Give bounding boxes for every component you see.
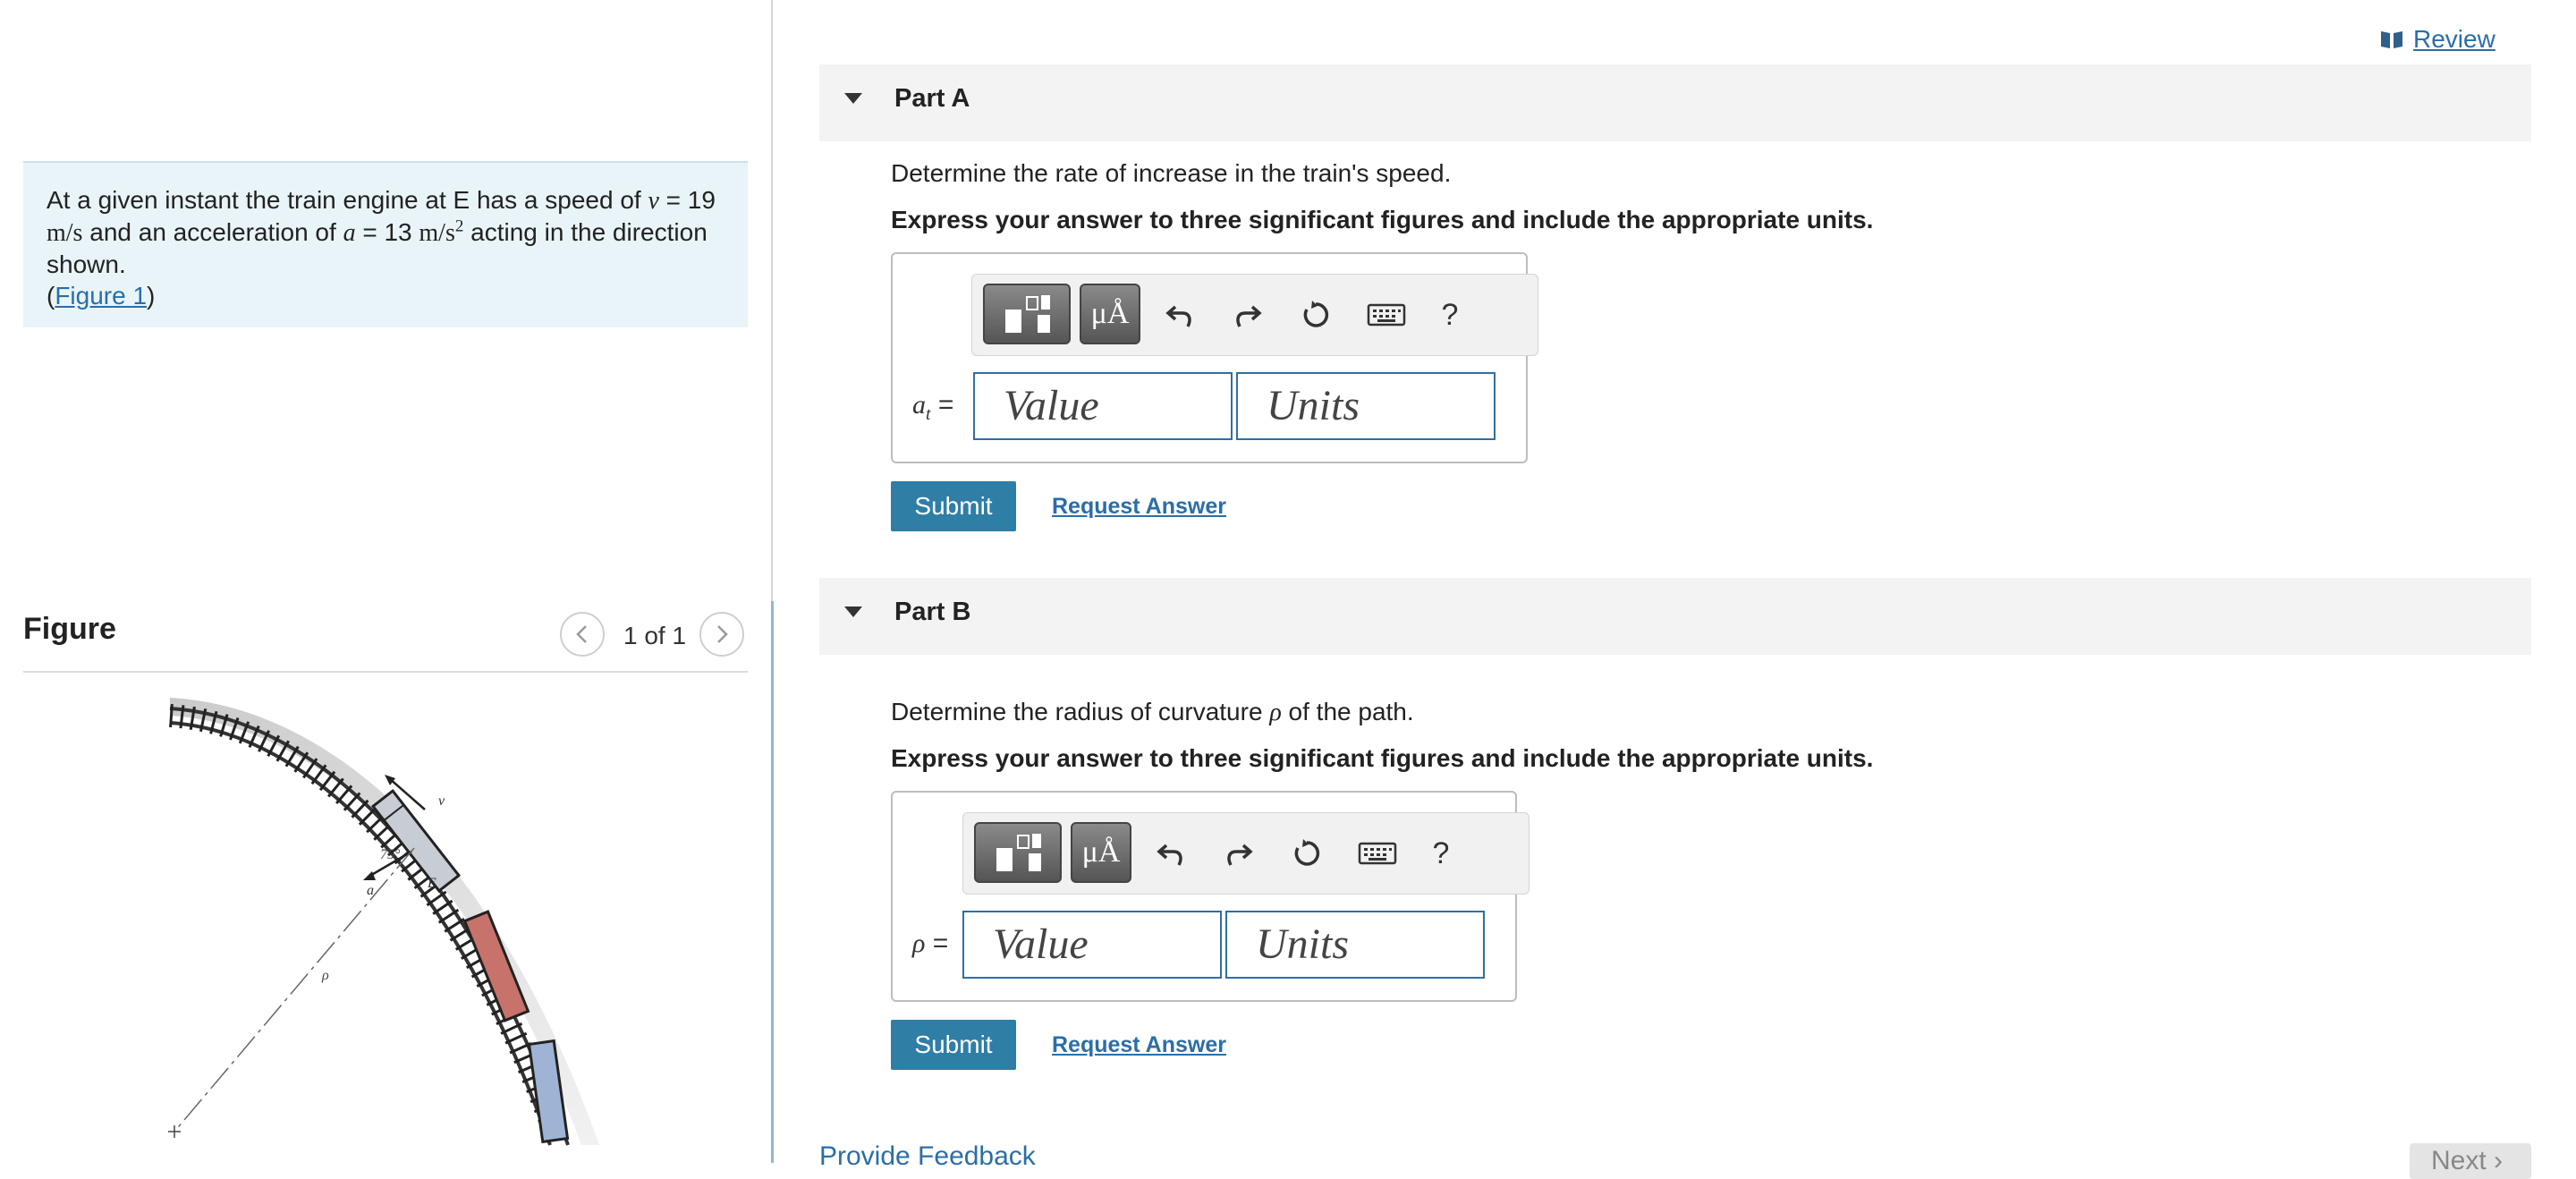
problem-text: = 13	[355, 218, 419, 246]
undo-icon[interactable]	[1153, 831, 1189, 876]
figure-divider	[23, 671, 748, 673]
part-a-value-input[interactable]: Value	[973, 372, 1233, 440]
part-b-variable-label: ρ =	[912, 929, 948, 959]
part-a-answer-box: μÅ ? at = Value Units	[891, 252, 1538, 463]
figure-heading: Figure	[23, 612, 116, 646]
provide-feedback-link[interactable]: Provide Feedback	[819, 1141, 1036, 1172]
unit-ms: m/s	[47, 219, 83, 247]
radius-line	[174, 847, 415, 1132]
prompt-text: of the path.	[1281, 698, 1414, 725]
part-b-submit-button[interactable]: Submit	[891, 1020, 1016, 1070]
part-a-title: Part A	[894, 84, 970, 113]
left-panel: At a given instant the train engine at E…	[0, 0, 771, 1163]
caret-down-icon	[844, 606, 862, 617]
reset-icon[interactable]	[1289, 831, 1325, 876]
caret-down-icon	[844, 93, 862, 104]
keyboard-icon[interactable]	[1362, 293, 1411, 337]
engine	[370, 788, 462, 894]
undo-icon[interactable]	[1162, 293, 1198, 337]
part-a-units-input[interactable]: Units	[1236, 372, 1496, 440]
part-a-variable-label: at =	[912, 390, 953, 425]
var-rho: ρ	[912, 929, 926, 958]
equals-sign: =	[930, 390, 954, 420]
templates-icon	[1005, 295, 1050, 333]
redo-icon[interactable]	[1221, 831, 1257, 876]
problem-text: = 19	[658, 186, 716, 214]
label-v: v	[438, 793, 445, 809]
part-b-prompt: Determine the radius of curvature ρ of t…	[891, 698, 1414, 727]
prompt-text: Determine the radius of curvature	[891, 698, 1270, 725]
templates-icon	[996, 834, 1041, 871]
train-figure-image: v 75° E a ρ	[168, 698, 599, 1149]
var-a: a	[912, 390, 926, 420]
var-a: a	[343, 219, 356, 247]
chevron-right-icon	[717, 625, 728, 643]
help-icon[interactable]: ?	[1423, 831, 1459, 876]
part-a-submit-button[interactable]: Submit	[891, 481, 1016, 531]
symbols-button[interactable]: μÅ	[1080, 284, 1140, 344]
review-link[interactable]: Review	[2379, 25, 2496, 54]
reset-icon[interactable]	[1298, 293, 1334, 337]
chevron-left-icon	[576, 625, 587, 643]
part-b-value-input[interactable]: Value	[962, 911, 1222, 979]
next-label: Next	[2431, 1146, 2487, 1175]
figure-link[interactable]: Figure 1	[55, 282, 147, 310]
part-b-request-answer-link[interactable]: Request Answer	[1052, 1032, 1226, 1058]
next-figure-button[interactable]	[699, 612, 744, 657]
part-a-prompt: Determine the rate of increase in the tr…	[891, 159, 1452, 187]
problem-statement: At a given instant the train engine at E…	[23, 161, 748, 327]
rail-outer	[169, 707, 570, 1146]
math-toolbar: μÅ ?	[971, 274, 1538, 356]
label-rho: ρ	[321, 968, 329, 983]
next-button[interactable]: Next ›	[2410, 1143, 2531, 1179]
part-b-instruction: Express your answer to three significant…	[891, 744, 1874, 772]
templates-button[interactable]	[974, 822, 1062, 883]
help-icon[interactable]: ?	[1432, 293, 1468, 337]
symbols-button[interactable]: μÅ	[1071, 822, 1131, 883]
part-b-header[interactable]: Part B	[819, 578, 2531, 655]
part-a-instruction: Express your answer to three significant…	[891, 206, 1874, 233]
label-a: a	[367, 883, 374, 898]
math-toolbar: μÅ ?	[962, 812, 1530, 895]
var-rho: ρ	[1269, 699, 1282, 726]
freight-car	[462, 910, 530, 1022]
panel-divider-accent	[771, 601, 774, 1163]
part-b-title: Part B	[894, 598, 971, 626]
label-e: E	[427, 876, 436, 891]
part-a-request-answer-link[interactable]: Request Answer	[1052, 494, 1226, 520]
keyboard-icon[interactable]	[1353, 831, 1402, 876]
book-icon	[2381, 31, 2402, 48]
exponent: 2	[454, 216, 464, 236]
part-a-header[interactable]: Part A	[819, 64, 2531, 141]
chevron-right-icon: ›	[2494, 1146, 2504, 1175]
templates-button[interactable]	[983, 284, 1071, 344]
prev-figure-button[interactable]	[560, 612, 605, 657]
figure-count: 1 of 1	[623, 622, 687, 649]
problem-text: At a given instant the train engine at E…	[47, 186, 648, 214]
problem-text: and an acceleration of	[82, 218, 343, 246]
redo-icon[interactable]	[1230, 293, 1266, 337]
part-b-answer-box: μÅ ? ρ = Value Units	[891, 791, 1530, 1002]
part-b-units-input[interactable]: Units	[1225, 911, 1485, 979]
unit-ms2: m/s	[419, 219, 455, 247]
review-label: Review	[2413, 25, 2496, 53]
var-v: v	[648, 187, 659, 215]
equals-sign: =	[925, 929, 949, 958]
label-angle: 75°	[380, 847, 401, 862]
